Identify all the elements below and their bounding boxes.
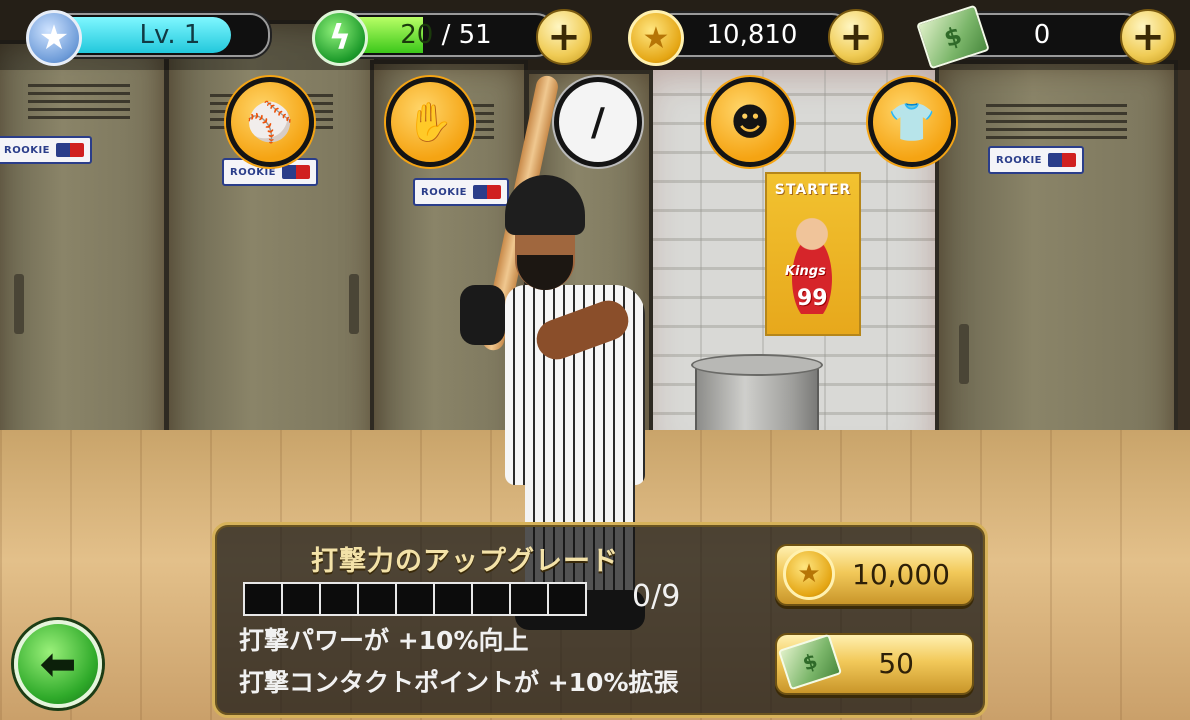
- gauge-segment: [511, 584, 549, 614]
- rookie-badge: ROOKIE: [0, 136, 93, 164]
- gauge-segment: [435, 584, 473, 614]
- batting-gloves: [460, 285, 505, 345]
- upgrade-panel: 打撃力のアップグレード 0/9 打撃パワーが +10%向上 打撃コンタクトポイン…: [212, 522, 988, 718]
- top-hud: ★ Lv. 1 ϟ 20 / 51 + ★ 10,810 + $ 0 +: [0, 0, 1190, 70]
- add-energy-button[interactable]: +: [536, 9, 592, 65]
- rookie-badge: ROOKIE: [988, 146, 1085, 174]
- energy-separator: /: [441, 20, 451, 50]
- level-label: Lv. 1: [139, 20, 201, 50]
- effect-contact: 打撃コンタクトポイントが +10%拡張: [239, 668, 679, 697]
- energy-max: 51: [458, 20, 492, 50]
- poster-number: 99: [797, 286, 828, 311]
- poster-team: Kings: [785, 264, 826, 279]
- gauge-segment: [549, 584, 585, 614]
- bat-tab[interactable]: ∕: [554, 77, 642, 167]
- buy-with-cash-button[interactable]: $ 50: [775, 633, 974, 695]
- add-cash-button[interactable]: +: [1120, 9, 1176, 65]
- gauge-segment: [397, 584, 435, 614]
- cash-icon: $: [777, 633, 843, 691]
- star-icon: ★: [26, 10, 82, 66]
- coins-price: 10,000: [852, 558, 950, 591]
- gauge-segment: [321, 584, 359, 614]
- starter-poster: STARTER Kings 99: [765, 172, 861, 336]
- bat-icon: ∕: [554, 77, 642, 167]
- add-coins-button[interactable]: +: [828, 9, 884, 65]
- face-tab[interactable]: ☻: [706, 77, 794, 167]
- glove-tab[interactable]: ✋: [386, 77, 474, 167]
- cash-price: 50: [878, 647, 914, 680]
- upgrade-progress-text: 0/9: [632, 579, 681, 614]
- coin-icon: ★: [783, 548, 835, 600]
- energy-value: 20 / 51: [376, 15, 516, 55]
- ball-icon: ⚾: [226, 77, 314, 167]
- coins-value: 10,810: [706, 20, 798, 50]
- arrow-left-icon: ⬅: [39, 638, 77, 690]
- gauge-segment: [245, 584, 283, 614]
- ball-tab[interactable]: ⚾: [226, 77, 314, 167]
- lightning-icon: ϟ: [312, 10, 368, 66]
- poster-title: STARTER: [774, 182, 852, 198]
- glove-icon: ✋: [386, 77, 474, 167]
- back-button[interactable]: ⬅: [14, 620, 102, 708]
- coin-icon: ★: [628, 10, 684, 66]
- gauge-segment: [283, 584, 321, 614]
- cash-value: 0: [1033, 20, 1051, 50]
- gauge-segment: [473, 584, 511, 614]
- face-icon: ☻: [706, 77, 794, 167]
- jersey-icon: 👕: [868, 77, 956, 167]
- effect-power: 打撃パワーが +10%向上: [239, 626, 529, 655]
- buy-with-coins-button[interactable]: ★ 10,000: [775, 544, 974, 606]
- upgrade-progress-gauge: [243, 582, 587, 616]
- upgrade-title: 打撃力のアップグレード: [311, 546, 619, 577]
- jersey-tab[interactable]: 👕: [868, 77, 956, 167]
- energy-current: 20: [400, 20, 434, 50]
- gauge-segment: [359, 584, 397, 614]
